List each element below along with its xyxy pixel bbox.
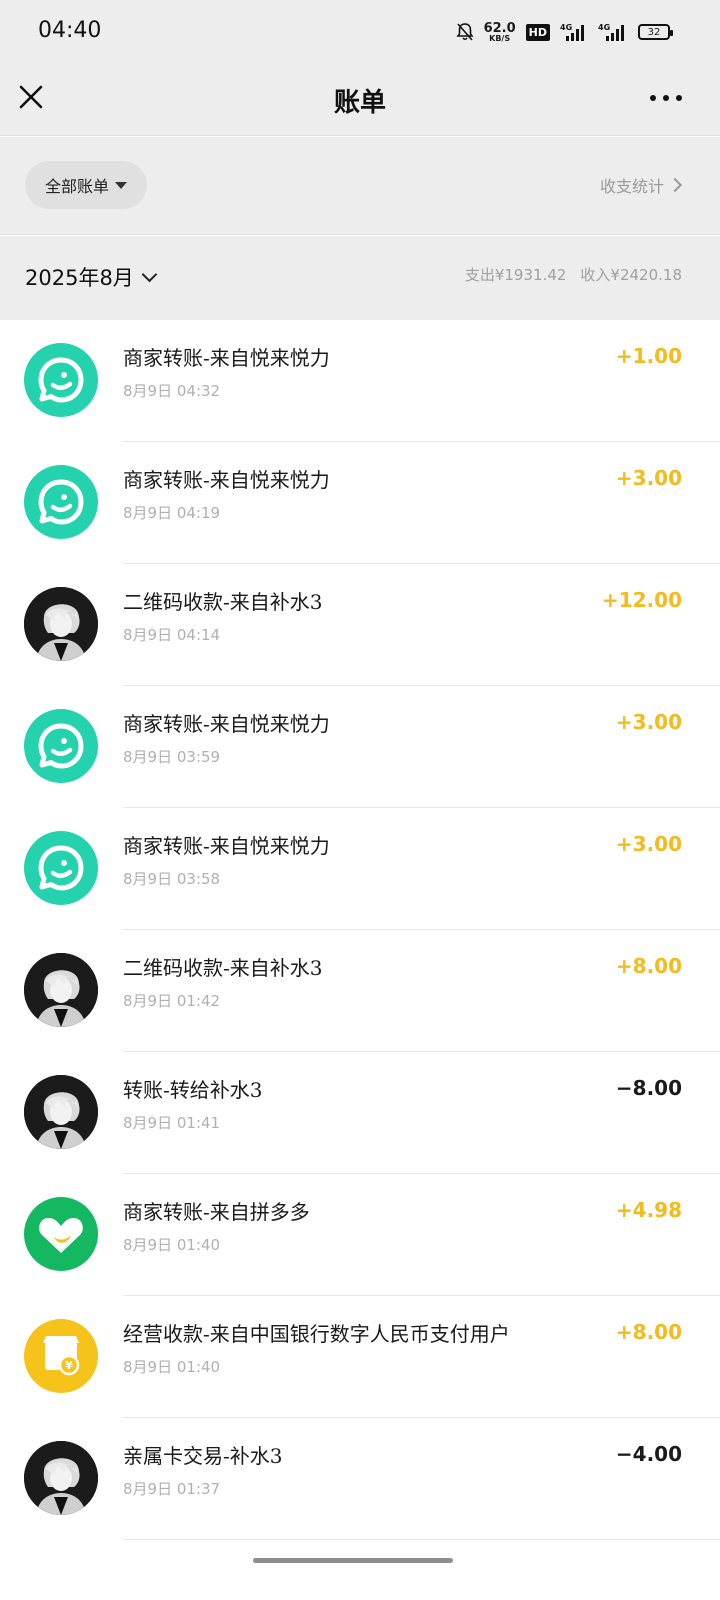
transaction-row[interactable]: 商家转账-来自拼多多 8月9日 01:40 +4.98	[0, 1174, 720, 1296]
bill-type-filter-label: 全部账单	[44, 177, 109, 196]
transaction-time: 8月9日 03:59	[123, 748, 221, 766]
net-speed-value: 62.0	[483, 20, 516, 36]
transaction-row[interactable]: 二维码收款-来自补水3 8月9日 01:42 +8.00	[0, 930, 720, 1052]
bell-mute-icon	[455, 23, 474, 41]
transaction-list: 商家转账-来自悦来悦力 8月9日 04:32 +1.00 商家转账-来自悦来悦力 8月9…	[0, 320, 720, 1540]
user-avatar	[24, 953, 98, 1027]
transaction-row[interactable]: 商家转账-来自悦来悦力 8月9日 04:19 +3.00	[0, 442, 720, 564]
signal-icon-1-label: 4G	[560, 23, 572, 32]
transaction-time: 8月9日 04:32	[123, 382, 221, 400]
battery-icon: 32	[638, 24, 673, 40]
transaction-time: 8月9日 01:42	[123, 992, 221, 1010]
transaction-title: 转账-转给补水3	[123, 1078, 263, 1102]
status-time: 04:40	[38, 18, 102, 43]
transaction-amount: −4.00	[615, 1442, 682, 1466]
transaction-title: 商家转账-来自悦来悦力	[123, 834, 330, 858]
transaction-title: 二维码收款-来自补水3	[123, 590, 323, 614]
shop-yuan-icon: ¥	[24, 1319, 98, 1393]
month-label: 2025年8月	[25, 266, 134, 290]
transaction-row[interactable]: 商家转账-来自悦来悦力 8月9日 04:32 +1.00	[0, 320, 720, 442]
hd-badge: HD	[525, 23, 550, 41]
row-divider	[123, 1539, 720, 1540]
transaction-row[interactable]: ¥ 经营收款-来自中国银行数字人民币支付用户 8月9日 01:40 +8.00	[0, 1296, 720, 1418]
more-icon-dot	[676, 95, 682, 101]
net-speed-unit: KB/S	[489, 33, 511, 43]
stats-link[interactable]: 收支统计	[599, 173, 683, 197]
transaction-title: 商家转账-来自悦来悦力	[123, 346, 330, 370]
transaction-row[interactable]: 商家转账-来自悦来悦力 8月9日 03:59 +3.00	[0, 686, 720, 808]
transaction-title: 商家转账-来自拼多多	[123, 1200, 310, 1224]
signal-icon-2: 4G	[598, 23, 624, 41]
smile-logo-icon	[24, 343, 98, 417]
caret-down-icon	[115, 181, 127, 189]
nav-bar: 账单	[0, 64, 720, 136]
transaction-amount: +3.00	[615, 832, 682, 856]
more-icon-dot	[663, 95, 669, 101]
page-title: 账单	[333, 88, 386, 118]
transaction-time: 8月9日 03:58	[123, 870, 221, 888]
transaction-time: 8月9日 04:19	[123, 504, 221, 522]
month-summary: 支出¥1931.42 收入¥2420.18	[465, 264, 682, 285]
transaction-title: 亲属卡交易-补水3	[123, 1444, 283, 1468]
status-bar: 04:40 62.0 KB/S HD 4G 4G 32	[0, 0, 720, 64]
svg-text:¥: ¥	[65, 1359, 73, 1372]
bill-type-filter[interactable]: 全部账单	[25, 161, 147, 209]
transaction-amount: +3.00	[615, 710, 682, 734]
month-header: 2025年8月 支出¥1931.42 收入¥2420.18	[0, 236, 720, 320]
transaction-title: 经营收款-来自中国银行数字人民币支付用户	[123, 1322, 510, 1346]
transaction-row[interactable]: 亲属卡交易-补水3 8月9日 01:37 −4.00	[0, 1418, 720, 1540]
net-speed: 62.0 KB/S	[484, 22, 516, 43]
status-icons: 62.0 KB/S HD 4G 4G 32	[455, 20, 673, 44]
transaction-title: 商家转账-来自悦来悦力	[123, 468, 330, 492]
transaction-row[interactable]: 商家转账-来自悦来悦力 8月9日 03:58 +3.00	[0, 808, 720, 930]
transaction-amount: +12.00	[601, 588, 682, 612]
transaction-row[interactable]: 二维码收款-来自补水3 8月9日 04:14 +12.00	[0, 564, 720, 686]
transaction-time: 8月9日 04:14	[123, 626, 221, 644]
transaction-amount: −8.00	[615, 1076, 682, 1100]
home-indicator[interactable]	[253, 1558, 453, 1563]
user-avatar	[24, 1075, 98, 1149]
transaction-title: 二维码收款-来自补水3	[123, 956, 323, 980]
transaction-time: 8月9日 01:40	[123, 1236, 221, 1254]
transaction-time: 8月9日 01:40	[123, 1358, 221, 1376]
transaction-time: 8月9日 01:37	[123, 1480, 221, 1498]
chevron-down-icon	[141, 266, 158, 282]
user-avatar	[24, 1441, 98, 1515]
chevron-right-icon	[667, 177, 683, 193]
signal-icon-2-label: 4G	[598, 23, 610, 32]
user-avatar	[24, 587, 98, 661]
pinduoduo-logo-icon	[24, 1197, 98, 1271]
more-button[interactable]	[650, 95, 682, 101]
transaction-time: 8月9日 01:41	[123, 1114, 221, 1132]
transaction-amount: +1.00	[615, 344, 682, 368]
smile-logo-icon	[24, 465, 98, 539]
more-icon-dot	[650, 95, 656, 101]
month-selector[interactable]: 2025年8月	[25, 262, 158, 292]
month-income: 收入¥2420.18	[580, 266, 682, 284]
transaction-amount: +8.00	[615, 954, 682, 978]
month-expense: 支出¥1931.42	[464, 266, 567, 284]
transaction-amount: +3.00	[615, 466, 682, 490]
filter-bar: 全部账单 收支统计	[0, 137, 720, 235]
transaction-amount: +8.00	[615, 1320, 682, 1344]
signal-icon-1: 4G	[560, 23, 584, 41]
transaction-amount: +4.98	[615, 1198, 682, 1222]
smile-logo-icon	[24, 831, 98, 905]
smile-logo-icon	[24, 709, 98, 783]
transaction-row[interactable]: 转账-转给补水3 8月9日 01:41 −8.00	[0, 1052, 720, 1174]
stats-link-label: 收支统计	[599, 177, 664, 196]
transaction-title: 商家转账-来自悦来悦力	[123, 712, 330, 736]
